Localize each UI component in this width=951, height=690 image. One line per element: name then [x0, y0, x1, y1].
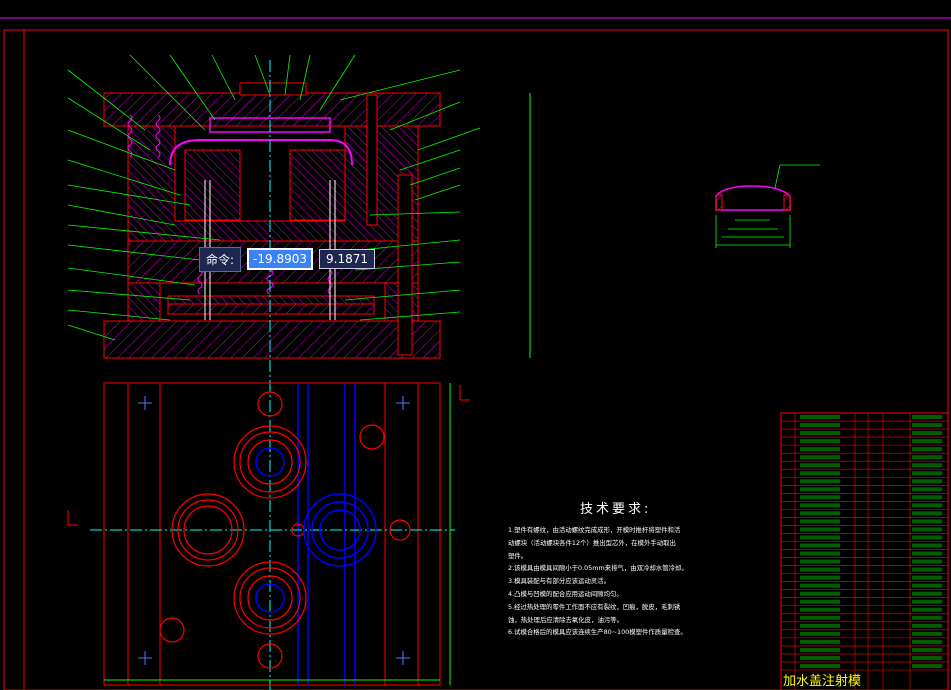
bom-cell [800, 543, 840, 548]
tech-line: 2.该模具由模具间隙小于0.05mm来排气，由双冷却水管冷却。 [508, 564, 688, 573]
bom-cell [800, 439, 840, 444]
bom-cell [800, 615, 840, 620]
bom-cell [912, 639, 942, 644]
tech-line: 6.试模合格后的模具应该连续生产80~100模塑件作质量检查。 [508, 628, 687, 637]
bom-cell [912, 527, 942, 532]
ejector-plate [167, 303, 375, 315]
tech-line: 3.模具装配与有部分应该运动灵活。 [508, 577, 610, 586]
bom-cell [800, 575, 840, 580]
drawing-title: 加水盖注射模 [783, 674, 862, 689]
guide-bush [397, 174, 413, 356]
guide-pillar [366, 94, 378, 226]
bom-cell [912, 431, 942, 436]
locating-ring [239, 82, 307, 96]
section-view [103, 60, 531, 690]
bom-cell [912, 575, 942, 580]
bom-cell [912, 543, 942, 548]
bom-cell [912, 471, 942, 476]
bom-cell [800, 647, 840, 652]
bom-cell [800, 503, 840, 508]
bom-cell [912, 535, 942, 540]
bom-cell [912, 591, 942, 596]
tech-line: 1.塑件有螺纹，由活动螺纹完成成形，开模时推杆将塑件和活 [508, 526, 681, 534]
bom-cell [912, 663, 942, 668]
bom-cell [800, 535, 840, 540]
bom-cell [912, 551, 942, 556]
bom-cell [800, 495, 840, 500]
bom-cell [912, 415, 942, 420]
bom-cell [912, 487, 942, 492]
bom-cell [800, 559, 840, 564]
bom-cell [800, 511, 840, 516]
bottom-clamp-plate [103, 320, 441, 359]
bom-cell [912, 583, 942, 588]
plan-view [90, 382, 455, 686]
ejector-retainer [167, 295, 375, 305]
bom-cell [800, 471, 840, 476]
bom-cell [912, 503, 942, 508]
tech-line: 5.经过热处理的零件工作面不应有裂纹，凹痕，脱皮，毛刺锈 [508, 602, 681, 611]
bom-cell [800, 599, 840, 604]
bom-cell [800, 527, 840, 532]
bom-cell [912, 495, 942, 500]
bom-cell [800, 583, 840, 588]
bom-cell [912, 439, 942, 444]
tech-line: 塑件。 [508, 551, 528, 560]
top-clamp-plate [103, 92, 441, 127]
bom-cell [912, 559, 942, 564]
bom-cell [800, 639, 840, 644]
bom-cell [912, 655, 942, 660]
drawing-svg [0, 17, 951, 690]
bom-cell [800, 487, 840, 492]
bom-cell [912, 623, 942, 628]
bom-cell [800, 463, 840, 468]
insert-left [184, 149, 241, 221]
bom-cell [912, 423, 942, 428]
bom-cell [800, 551, 840, 556]
bom-cell [800, 631, 840, 636]
bom-cell [912, 567, 942, 572]
bom-cell [800, 455, 840, 460]
tech-line: 4.凸模与凹模的配合应用运动间隙均匀。 [508, 589, 623, 598]
bom-cell [800, 431, 840, 436]
bom-cell [800, 479, 840, 484]
bom-cell [800, 447, 840, 452]
spacer-left [127, 282, 161, 322]
command-label: 命令: [199, 246, 242, 272]
bom-table [780, 412, 949, 690]
insert-right [289, 149, 346, 221]
bom-cell [912, 463, 942, 468]
bom-cell [800, 423, 840, 428]
tech-line: 动螺块（活动螺块各件12个）推出型芯外，在模外手动取出 [508, 538, 676, 547]
bom-cell [800, 567, 840, 572]
tech-requirements-title: 技术要求: [580, 502, 652, 517]
bom-cell [800, 607, 840, 612]
bom-cell [800, 623, 840, 628]
bom-cell [912, 447, 942, 452]
bom-cell [800, 591, 840, 596]
bom-cell [800, 519, 840, 524]
bom-cell [912, 607, 942, 612]
bom-cell [912, 631, 942, 636]
command-input[interactable]: 命令: -19.8903 9.1871 [199, 246, 375, 272]
bom-cell [800, 663, 840, 668]
tech-line: 蚀，热处理后应清除去氧化皮，油污等。 [508, 615, 624, 624]
bom-cell [800, 415, 840, 420]
bom-cell [912, 647, 942, 652]
bom-cell [912, 599, 942, 604]
bom-cell [800, 655, 840, 660]
tech-requirements: 1.塑件有螺纹，由活动螺纹完成成形，开模时推杆将塑件和活 动螺块（活动螺块各件1… [508, 524, 778, 639]
bom-cell [912, 519, 942, 524]
y-coordinate-input[interactable]: 9.1871 [319, 249, 375, 269]
bom-cell [912, 511, 942, 516]
bom-cell [912, 615, 942, 620]
bom-cell [912, 455, 942, 460]
cad-canvas[interactable]: 命令: -19.8903 9.1871 技术要求: 1.塑件有螺纹，由活动螺纹完… [0, 0, 951, 690]
plan-outline [103, 382, 441, 686]
blue-rails [297, 383, 356, 685]
part-detail [715, 164, 820, 248]
bom-cell [912, 479, 942, 484]
x-coordinate-input[interactable]: -19.8903 [247, 248, 313, 270]
